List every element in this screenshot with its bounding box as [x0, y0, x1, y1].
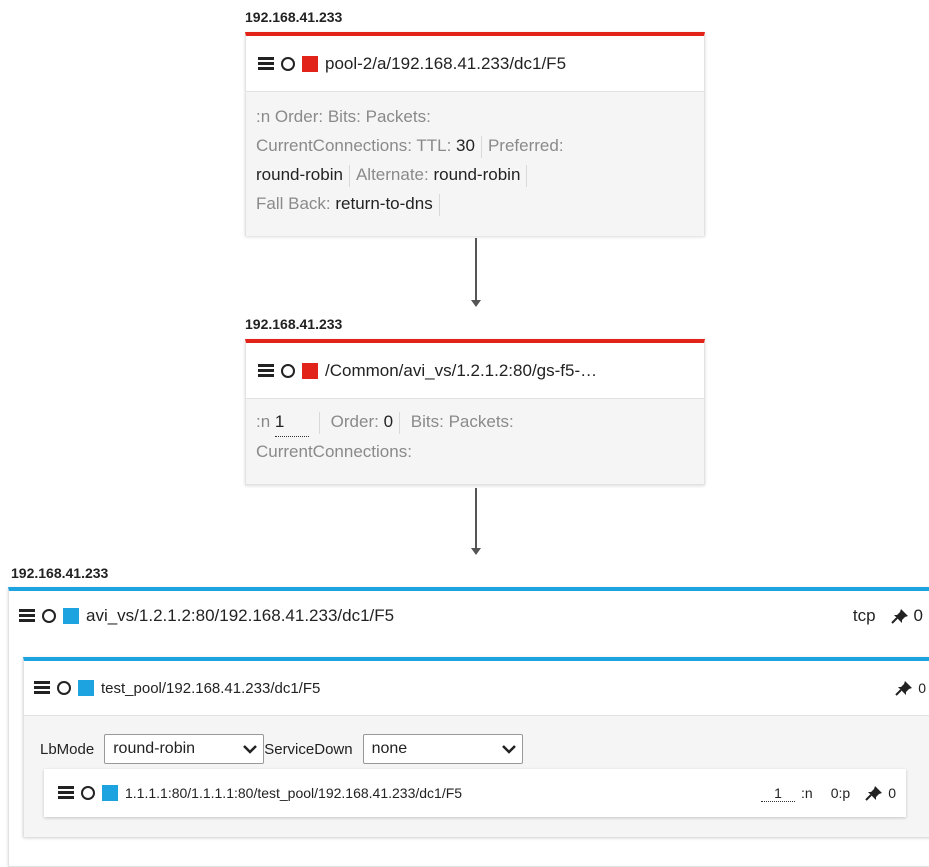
list-icon[interactable] — [58, 786, 74, 800]
n-label: :n — [256, 412, 271, 431]
member-n-label: :n — [801, 785, 813, 801]
member-name[interactable]: 1.1.1.1:80/1.1.1.1:80/test_pool/192.168.… — [125, 785, 462, 801]
alternate-label: Alternate: — [355, 165, 429, 184]
chevron-down-icon — [501, 745, 516, 754]
lbmode-label: LbMode — [40, 740, 95, 758]
list-icon[interactable] — [258, 56, 274, 71]
order-value: 0 — [383, 412, 394, 431]
node3-card[interactable]: avi_vs/1.2.1.2:80/192.168.41.233/dc1/F5 … — [8, 587, 929, 867]
status-square-icon — [78, 680, 94, 696]
current-connections-label: CurrentConnections: — [256, 442, 412, 461]
ttl-label: TTL: — [416, 136, 452, 155]
packets-label: Packets: — [448, 412, 514, 431]
status-square-icon — [102, 785, 118, 801]
divider — [480, 135, 482, 158]
preferred-value: round-robin — [256, 165, 343, 184]
node3-host: 192.168.41.233 — [11, 565, 109, 581]
member-row[interactable]: 1.1.1.1:80/1.1.1.1:80/test_pool/192.168.… — [44, 769, 906, 817]
pin-count: 0 — [918, 680, 926, 696]
node1-name[interactable]: pool-2/a/192.168.41.233/dc1/F5 — [325, 54, 566, 74]
status-circle-icon — [281, 56, 295, 71]
pin-count: 0 — [888, 785, 896, 801]
fallback-value: return-to-dns — [335, 194, 433, 213]
ttl-value: 30 — [456, 136, 475, 155]
status-square-icon — [63, 608, 79, 624]
current-connections-label: CurrentConnections: — [256, 136, 412, 155]
pool-settings-row: LbMode round-robin ServiceDown none — [40, 734, 523, 764]
servicedown-label: ServiceDown — [264, 740, 353, 758]
status-circle-icon — [42, 609, 56, 623]
n-value-editable[interactable]: 1 — [274, 407, 309, 437]
order-label: Order: — [274, 107, 324, 126]
connector-arrow-1 — [471, 238, 481, 307]
pin-count: 0 — [913, 606, 923, 625]
node2-header[interactable]: /Common/avi_vs/1.2.1.2:80/gs-f5-… — [246, 343, 704, 398]
bits-label: Bits: — [327, 107, 361, 126]
status-square-icon — [302, 362, 318, 379]
divider — [526, 164, 528, 187]
fallback-label: Fall Back: — [256, 194, 331, 213]
servicedown-value: none — [371, 740, 408, 757]
member-p-label: 0:p — [830, 785, 851, 801]
pin-icon[interactable] — [894, 679, 914, 697]
node3-name[interactable]: avi_vs/1.2.1.2:80/192.168.41.233/dc1/F5 — [86, 606, 394, 626]
pool-card[interactable]: test_pool/192.168.41.233/dc1/F5 0 LbMode… — [23, 657, 929, 837]
node1-card[interactable]: pool-2/a/192.168.41.233/dc1/F5 :n Order:… — [245, 32, 705, 236]
lbmode-value: round-robin — [113, 740, 196, 757]
node2-card[interactable]: /Common/avi_vs/1.2.1.2:80/gs-f5-… :n 1 O… — [245, 339, 705, 485]
divider — [438, 193, 440, 216]
node2-host: 192.168.41.233 — [245, 316, 343, 332]
packets-label: Packets: — [365, 107, 431, 126]
node1-header[interactable]: pool-2/a/192.168.41.233/dc1/F5 — [246, 36, 704, 91]
pool-body: LbMode round-robin ServiceDown none 1.1.… — [24, 715, 929, 837]
status-circle-icon — [57, 681, 71, 695]
protocol-label: tcp — [852, 606, 876, 625]
chevron-down-icon — [243, 745, 258, 754]
divider — [318, 411, 320, 434]
status-circle-icon — [81, 786, 95, 800]
list-icon[interactable] — [19, 609, 35, 623]
servicedown-select[interactable]: none — [362, 734, 523, 764]
node1-details: :n Order: Bits: Packets: CurrentConnecti… — [246, 91, 704, 236]
status-square-icon — [302, 55, 318, 72]
connector-arrow-2 — [471, 488, 481, 555]
order-label: Order: — [330, 412, 379, 431]
pin-icon[interactable] — [864, 784, 884, 802]
node2-name[interactable]: /Common/avi_vs/1.2.1.2:80/gs-f5-… — [325, 361, 597, 381]
preferred-label: Preferred: — [487, 136, 564, 155]
pin-icon[interactable] — [890, 607, 910, 625]
divider — [348, 164, 350, 187]
pool-header[interactable]: test_pool/192.168.41.233/dc1/F5 0 — [24, 661, 929, 715]
n-label: :n — [256, 107, 271, 126]
list-icon[interactable] — [258, 363, 274, 378]
node3-header[interactable]: avi_vs/1.2.1.2:80/192.168.41.233/dc1/F5 … — [9, 591, 929, 641]
status-circle-icon — [281, 363, 295, 378]
pool-name[interactable]: test_pool/192.168.41.233/dc1/F5 — [101, 680, 320, 697]
list-icon[interactable] — [34, 681, 50, 695]
divider — [399, 411, 401, 434]
node1-host: 192.168.41.233 — [245, 9, 343, 25]
node2-details: :n 1 Order: 0 Bits: Packets: CurrentConn… — [246, 398, 704, 484]
member-n-editable[interactable]: 1 — [761, 785, 796, 802]
bits-label: Bits: — [410, 412, 444, 431]
lbmode-select[interactable]: round-robin — [104, 734, 265, 764]
alternate-value: round-robin — [433, 165, 521, 184]
